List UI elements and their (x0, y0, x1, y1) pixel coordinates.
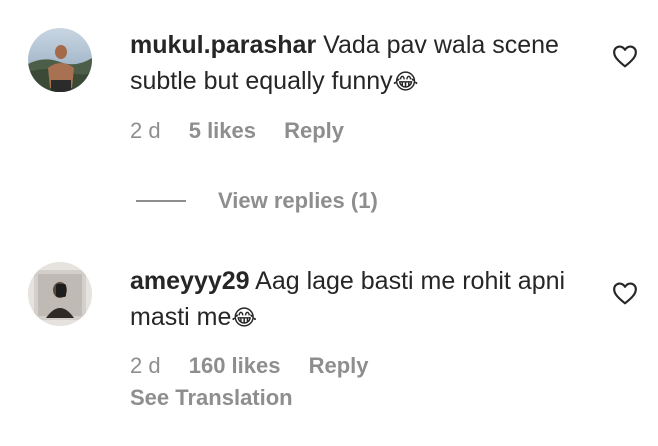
likes-count[interactable]: 5 likes (189, 118, 256, 143)
avatar[interactable] (28, 262, 92, 326)
comment-time: 2 d (130, 118, 161, 143)
comments-list: mukul.parashar Vada pav wala scene subtl… (0, 0, 658, 446)
comment-text: mukul.parashar Vada pav wala scene subtl… (130, 27, 590, 101)
reply-button[interactable]: Reply (284, 118, 344, 143)
comment-meta: 2 d 5 likes Reply (130, 118, 366, 144)
replies-divider (136, 200, 186, 202)
comment-username[interactable]: mukul.parashar (130, 31, 316, 59)
view-replies-label: View replies (1) (218, 188, 378, 213)
comment-text: ameyyy29 Aag lage basti me rohit apni ma… (130, 263, 590, 337)
heart-icon[interactable] (612, 281, 638, 305)
avatar[interactable] (28, 28, 92, 92)
comment-time: 2 d (130, 353, 161, 378)
see-translation-button[interactable]: See Translation (130, 385, 293, 411)
laughing-emoji: 😂 (392, 70, 419, 95)
comment-meta: 2 d 160 likes Reply (130, 353, 391, 379)
view-replies-button[interactable]: View replies (1) (136, 186, 378, 216)
laughing-emoji: 😂 (231, 306, 258, 331)
comment-username[interactable]: ameyyy29 (130, 267, 250, 295)
likes-count[interactable]: 160 likes (189, 353, 281, 378)
heart-icon[interactable] (612, 44, 638, 68)
reply-button[interactable]: Reply (309, 353, 369, 378)
